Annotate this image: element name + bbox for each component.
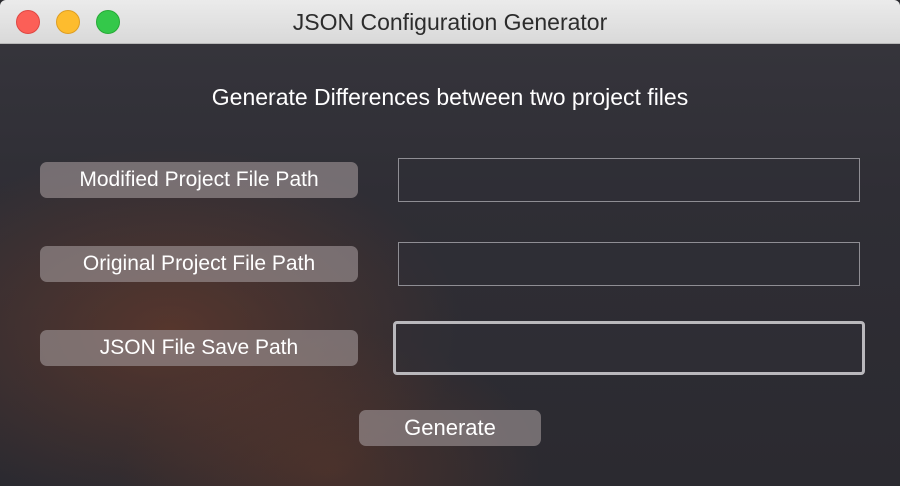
title-bar: JSON Configuration Generator xyxy=(0,0,900,44)
app-window: JSON Configuration Generator Generate Di… xyxy=(0,0,900,486)
modified-path-button[interactable]: Modified Project File Path xyxy=(40,162,358,198)
original-path-field[interactable] xyxy=(398,242,860,286)
save-path-button[interactable]: JSON File Save Path xyxy=(40,330,358,366)
page-heading: Generate Differences between two project… xyxy=(211,84,689,110)
modified-path-field[interactable] xyxy=(398,158,860,202)
save-path-field[interactable] xyxy=(393,321,865,375)
generate-button[interactable]: Generate xyxy=(359,410,541,446)
window-title: JSON Configuration Generator xyxy=(292,9,608,35)
original-path-button[interactable]: Original Project File Path xyxy=(40,246,358,282)
